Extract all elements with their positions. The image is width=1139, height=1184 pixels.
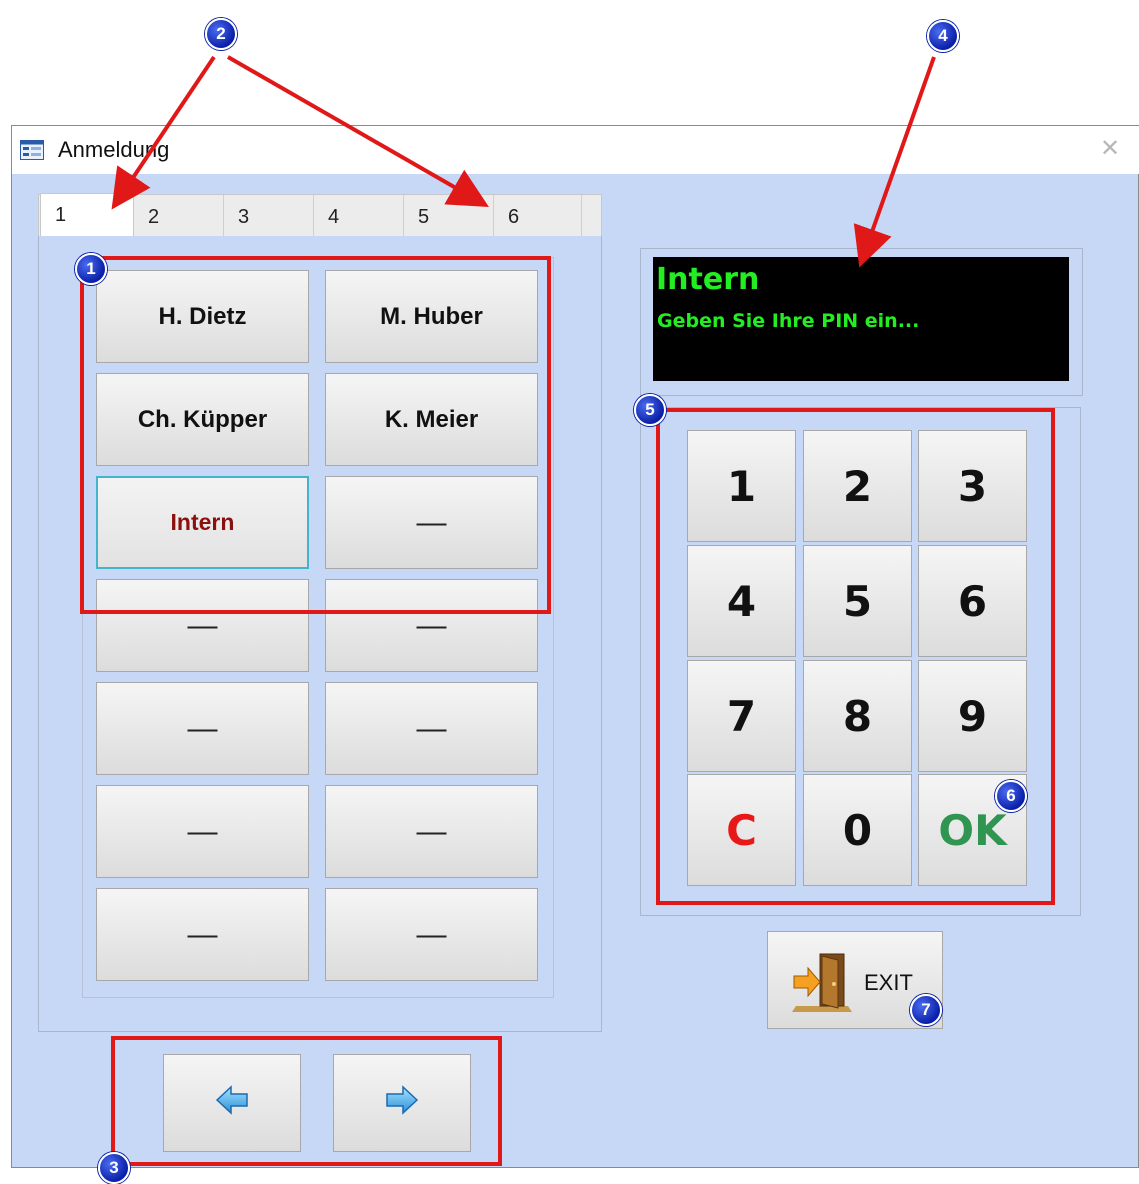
annotation-arrow — [853, 56, 936, 268]
annotation-badge-1: 1 — [75, 253, 107, 285]
annotation-arrows — [111, 55, 936, 268]
annotation-arrow — [111, 55, 216, 210]
annotation-badge-4: 4 — [927, 20, 959, 52]
annotation-badge-2: 2 — [205, 18, 237, 50]
annotation-badge-5: 5 — [634, 394, 666, 426]
annotation-badge-3: 3 — [98, 1152, 130, 1184]
annotation-badge-6: 6 — [995, 780, 1027, 812]
annotation-arrow — [227, 55, 489, 207]
annotation-badge-7: 7 — [910, 994, 942, 1026]
